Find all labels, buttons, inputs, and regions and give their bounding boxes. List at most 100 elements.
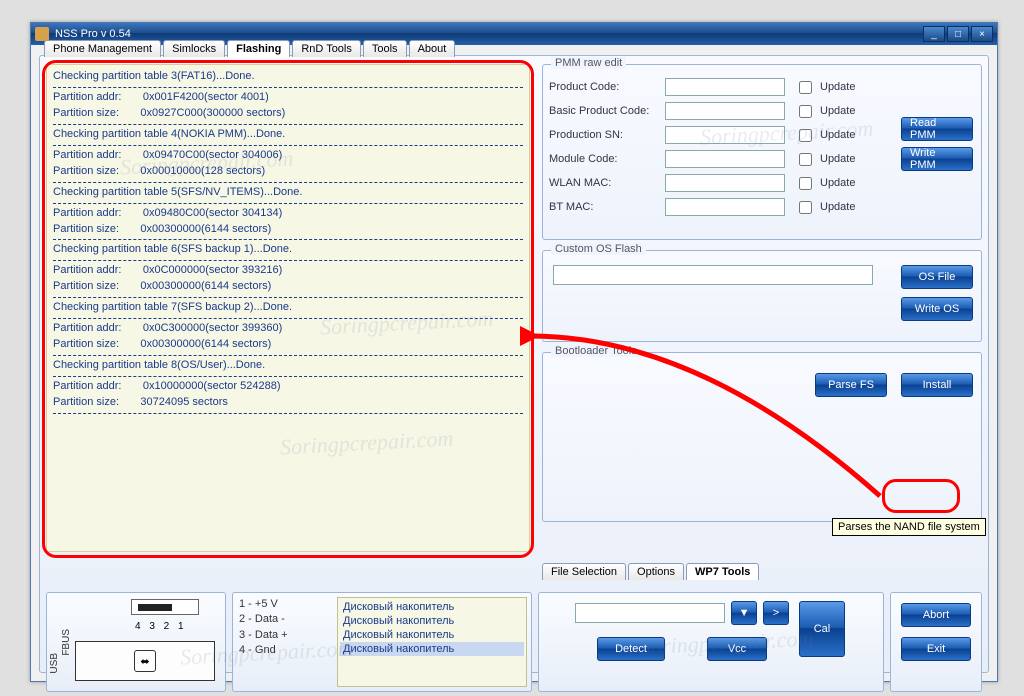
pmm-row: Product Code:Update	[543, 75, 981, 99]
control-buttons-panel: ▼ > Cal Detect Vcc	[538, 592, 884, 692]
pmm-update-checkbox[interactable]	[799, 177, 812, 190]
disk-list-item[interactable]: Дисковый накопитель	[340, 614, 524, 628]
install-button[interactable]: Install	[901, 373, 973, 397]
pmm-update-label: Update	[820, 105, 855, 117]
pmm-update-checkbox[interactable]	[799, 201, 812, 214]
log-line: Checking partition table 5(SFS/NV_ITEMS)…	[53, 185, 523, 201]
tab-phone-management[interactable]: Phone Management	[44, 40, 161, 57]
tab-about[interactable]: About	[409, 40, 456, 57]
subtab-file-selection[interactable]: File Selection	[542, 563, 626, 580]
pmm-field-input[interactable]	[665, 198, 785, 216]
window-title: NSS Pro v 0.54	[55, 28, 923, 40]
device-input[interactable]	[575, 603, 725, 623]
log-line: Partition size: 30724095 sectors	[53, 395, 523, 411]
log-separator	[53, 124, 523, 125]
pin-diagram	[131, 599, 199, 615]
pmm-raw-edit-group: PMM raw edit Product Code:UpdateBasic Pr…	[542, 64, 982, 240]
log-line: Partition size: 0x00300000(6144 sectors)	[53, 337, 523, 353]
pin-numbers: 4 3 2 1	[135, 621, 187, 632]
disk-list-item[interactable]: Дисковый накопитель	[340, 600, 524, 614]
log-separator	[53, 413, 523, 414]
tooltip-parse-fs: Parses the NAND file system	[832, 518, 986, 536]
bootloader-tools-group: Bootloader Tools Parse FS Install	[542, 352, 982, 522]
os-file-button[interactable]: OS File	[901, 265, 973, 289]
log-line: Checking partition table 8(OS/User)...Do…	[53, 358, 523, 374]
pmm-field-input[interactable]	[665, 150, 785, 168]
exit-button[interactable]: Exit	[901, 637, 971, 661]
parse-fs-button[interactable]: Parse FS	[815, 373, 887, 397]
minimize-button[interactable]: _	[923, 26, 945, 42]
log-output: Checking partition table 3(FAT16)...Done…	[46, 64, 530, 552]
log-separator	[53, 87, 523, 88]
pmm-field-input[interactable]	[665, 102, 785, 120]
pmm-field-input[interactable]	[665, 78, 785, 96]
pin-legend-line: 1 - +5 V	[239, 597, 288, 612]
bootloader-legend: Bootloader Tools	[551, 345, 641, 357]
disk-list-item[interactable]: Дисковый накопитель	[340, 628, 524, 642]
pin-legend-panel: 1 - +5 V2 - Data -3 - Data +4 - Gnd Диск…	[232, 592, 532, 692]
tab-tools[interactable]: Tools	[363, 40, 407, 57]
pmm-field-input[interactable]	[665, 174, 785, 192]
pmm-update-label: Update	[820, 153, 855, 165]
pmm-update-label: Update	[820, 201, 855, 213]
next-button[interactable]: >	[763, 601, 789, 625]
pmm-field-label: BT MAC:	[549, 201, 659, 213]
abort-exit-panel: Abort Exit	[890, 592, 982, 692]
tab-simlocks[interactable]: Simlocks	[163, 40, 225, 57]
log-line: Partition addr: 0x10000000(sector 524288…	[53, 379, 523, 395]
app-icon	[35, 27, 49, 41]
maximize-button[interactable]: □	[947, 26, 969, 42]
osflash-legend: Custom OS Flash	[551, 243, 646, 255]
write-pmm-button[interactable]: Write PMM	[901, 147, 973, 171]
write-os-button[interactable]: Write OS	[901, 297, 973, 321]
cal-button[interactable]: Cal	[799, 601, 845, 657]
subtab-options[interactable]: Options	[628, 563, 684, 580]
log-separator	[53, 239, 523, 240]
pmm-field-input[interactable]	[665, 126, 785, 144]
log-separator	[53, 318, 523, 319]
pmm-field-label: Basic Product Code:	[549, 105, 659, 117]
log-separator	[53, 145, 523, 146]
prev-button[interactable]: ▼	[731, 601, 757, 625]
log-separator	[53, 182, 523, 183]
pmm-update-checkbox[interactable]	[799, 105, 812, 118]
log-line: Partition size: 0x00010000(128 sectors)	[53, 164, 523, 180]
pmm-update-checkbox[interactable]	[799, 129, 812, 142]
pmm-update-label: Update	[820, 177, 855, 189]
close-button[interactable]: ×	[971, 26, 993, 42]
read-pmm-button[interactable]: Read PMM	[901, 117, 973, 141]
pmm-update-checkbox[interactable]	[799, 81, 812, 94]
pmm-update-label: Update	[820, 129, 855, 141]
disk-list[interactable]: Дисковый накопительДисковый накопительДи…	[337, 597, 527, 687]
log-separator	[53, 203, 523, 204]
fbus-label: FBUS	[61, 629, 72, 656]
abort-button[interactable]: Abort	[901, 603, 971, 627]
vcc-button[interactable]: Vcc	[707, 637, 767, 661]
pmm-legend: PMM raw edit	[551, 57, 626, 69]
pmm-field-label: Module Code:	[549, 153, 659, 165]
log-line: Partition addr: 0x0C300000(sector 399360…	[53, 321, 523, 337]
log-line: Partition size: 0x0927C000(300000 sector…	[53, 106, 523, 122]
log-line: Checking partition table 4(NOKIA PMM)...…	[53, 127, 523, 143]
app-window: NSS Pro v 0.54 _ □ × Phone ManagementSim…	[30, 22, 998, 682]
subtab-wp7-tools[interactable]: WP7 Tools	[686, 563, 759, 580]
log-separator	[53, 297, 523, 298]
tab-flashing[interactable]: Flashing	[227, 40, 290, 57]
log-separator	[53, 260, 523, 261]
right-panel: PMM raw edit Product Code:UpdateBasic Pr…	[542, 64, 982, 552]
log-line: Checking partition table 7(SFS backup 2)…	[53, 300, 523, 316]
usb-connector-icon: ⬌	[75, 641, 215, 681]
pin-legend-line: 4 - Gnd	[239, 643, 288, 658]
pmm-field-label: WLAN MAC:	[549, 177, 659, 189]
log-separator	[53, 355, 523, 356]
pmm-row: WLAN MAC: Update	[543, 171, 981, 195]
detect-button[interactable]: Detect	[597, 637, 665, 661]
main-panel: Phone ManagementSimlocksFlashingRnD Tool…	[39, 55, 989, 673]
log-line: Partition size: 0x00300000(6144 sectors)	[53, 279, 523, 295]
os-file-input[interactable]	[553, 265, 873, 285]
log-separator	[53, 376, 523, 377]
tab-rnd-tools[interactable]: RnD Tools	[292, 40, 361, 57]
pmm-update-checkbox[interactable]	[799, 153, 812, 166]
tabs-bottom: File SelectionOptionsWP7 Tools	[542, 563, 759, 580]
disk-list-item[interactable]: Дисковый накопитель	[340, 642, 524, 656]
